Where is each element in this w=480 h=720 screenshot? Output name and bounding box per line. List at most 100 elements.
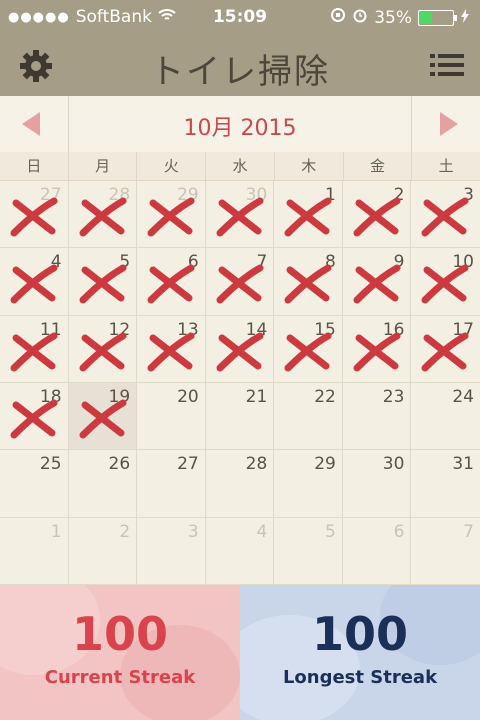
calendar-day[interactable]: 14 [205, 315, 275, 383]
nav-bar: トイレ掃除 [0, 34, 480, 96]
weekday-label: 水 [206, 152, 275, 180]
battery-icon [418, 9, 457, 26]
cross-mark-icon [284, 332, 332, 372]
calendar-day[interactable]: 2 [342, 181, 412, 249]
current-streak-value: 100 [71, 607, 169, 661]
alarm-icon [352, 7, 368, 28]
calendar-day[interactable]: 27 [137, 450, 206, 518]
calendar-day[interactable]: 5 [68, 248, 138, 316]
longest-streak-panel: 100 Longest Streak [240, 585, 480, 720]
calendar-day[interactable]: 2 [68, 517, 138, 585]
calendar-day[interactable]: 13 [137, 315, 206, 383]
calendar-day[interactable]: 22 [274, 383, 343, 451]
month-header: 10月 2015 [0, 96, 480, 153]
cross-mark-icon [216, 197, 264, 237]
day-number: 21 [245, 387, 268, 407]
day-number: 27 [177, 454, 199, 475]
triangle-left-icon[interactable] [0, 96, 69, 152]
cross-mark-icon [10, 399, 58, 439]
weekday-label: 金 [344, 152, 413, 180]
cross-mark-icon [284, 264, 332, 304]
charging-icon [460, 8, 470, 28]
calendar-day[interactable]: 28 [68, 181, 138, 249]
day-number: 4 [256, 521, 268, 542]
cross-mark-icon [147, 264, 195, 304]
cross-mark-icon [147, 332, 195, 372]
list-menu-icon[interactable] [430, 52, 464, 78]
cross-mark-icon [79, 399, 127, 439]
calendar-day[interactable]: 15 [274, 315, 343, 383]
calendar-day[interactable]: 3 [137, 517, 206, 585]
calendar-day[interactable]: 9 [342, 248, 412, 316]
triangle-right-icon[interactable] [411, 96, 480, 152]
cross-mark-icon [10, 332, 58, 372]
calendar-day[interactable]: 23 [342, 383, 412, 451]
weekday-label: 日 [0, 152, 69, 180]
lock-rotation-icon [330, 7, 346, 28]
calendar-day[interactable]: 18 [0, 383, 69, 451]
calendar-day[interactable]: 1 [274, 181, 343, 249]
calendar-day[interactable]: 30 [205, 181, 275, 249]
calendar-day[interactable]: 24 [411, 383, 480, 451]
calendar-day[interactable]: 20 [137, 383, 206, 451]
weekday-label: 土 [438, 157, 454, 175]
calendar-day[interactable]: 29 [137, 181, 206, 249]
cross-mark-icon [421, 264, 469, 304]
calendar-day[interactable]: 7 [411, 518, 480, 585]
day-number: 22 [314, 387, 336, 407]
calendar-day[interactable]: 29 [274, 450, 343, 518]
longest-streak-value: 100 [311, 607, 409, 661]
cross-mark-icon [10, 197, 58, 237]
day-number: 3 [187, 521, 199, 542]
calendar-day[interactable]: 6 [137, 248, 206, 316]
calendar-day[interactable]: 12 [68, 315, 138, 383]
cross-mark-icon [79, 332, 127, 372]
calendar-day[interactable]: 26 [68, 450, 138, 518]
current-streak-label: Current Streak [44, 667, 196, 688]
calendar-day[interactable]: 3 [411, 181, 480, 249]
calendar-day[interactable]: 4 [205, 517, 275, 585]
day-number: 25 [39, 454, 62, 475]
weekday-header: 日月火水木金 土 [0, 152, 480, 181]
cross-mark-icon [421, 332, 469, 372]
streak-footer: 100 Current Streak 100 Longest Streak [0, 585, 480, 720]
cross-mark-icon [216, 264, 264, 304]
calendar-day[interactable]: 11 [0, 315, 69, 383]
calendar-day[interactable]: 7 [205, 248, 275, 316]
day-number: 26 [108, 454, 131, 475]
cross-mark-icon [79, 264, 127, 304]
cross-mark-icon [216, 332, 264, 372]
weekday-label: 木 [275, 152, 344, 180]
calendar-day[interactable]: 16 [342, 315, 412, 383]
cross-mark-icon [421, 197, 469, 237]
day-number: 23 [382, 387, 405, 407]
calendar-day[interactable]: 30 [342, 450, 412, 518]
calendar-day[interactable]: 31 [411, 450, 480, 518]
day-number: 24 [452, 387, 474, 407]
weekday-label: 火 [137, 152, 207, 180]
calendar-day[interactable]: 10 [411, 248, 480, 316]
calendar-day[interactable]: 19 [68, 383, 138, 451]
day-number: 7 [463, 521, 474, 542]
day-number: 30 [382, 454, 405, 475]
calendar-day[interactable]: 5 [274, 517, 343, 585]
calendar-day[interactable]: 4 [0, 248, 69, 316]
day-number: 5 [325, 521, 336, 542]
weekday-label: 月 [69, 152, 138, 180]
calendar-day[interactable]: 21 [205, 383, 275, 451]
cross-mark-icon [284, 197, 332, 237]
day-number: 6 [393, 521, 405, 542]
cross-mark-icon [79, 197, 127, 237]
calendar-day[interactable]: 17 [411, 316, 480, 383]
current-streak-panel: 100 Current Streak [0, 585, 240, 720]
calendar-day[interactable]: 28 [205, 450, 275, 518]
day-number: 2 [119, 521, 131, 542]
calendar-day[interactable]: 1 [0, 517, 69, 585]
calendar-day[interactable]: 8 [274, 248, 343, 316]
calendar-grid: 27 28 29 30 1 2 3 4 5 6 7 8 9 10 11 12 13 14 15 16 17 18 19 20 2… [0, 181, 480, 585]
calendar-day[interactable]: 6 [342, 517, 412, 585]
calendar-day[interactable]: 27 [0, 181, 69, 249]
cross-mark-icon [147, 197, 195, 237]
status-bar: ●●●●● SoftBank 15:09 35% [0, 0, 480, 34]
calendar-day[interactable]: 25 [0, 450, 69, 518]
